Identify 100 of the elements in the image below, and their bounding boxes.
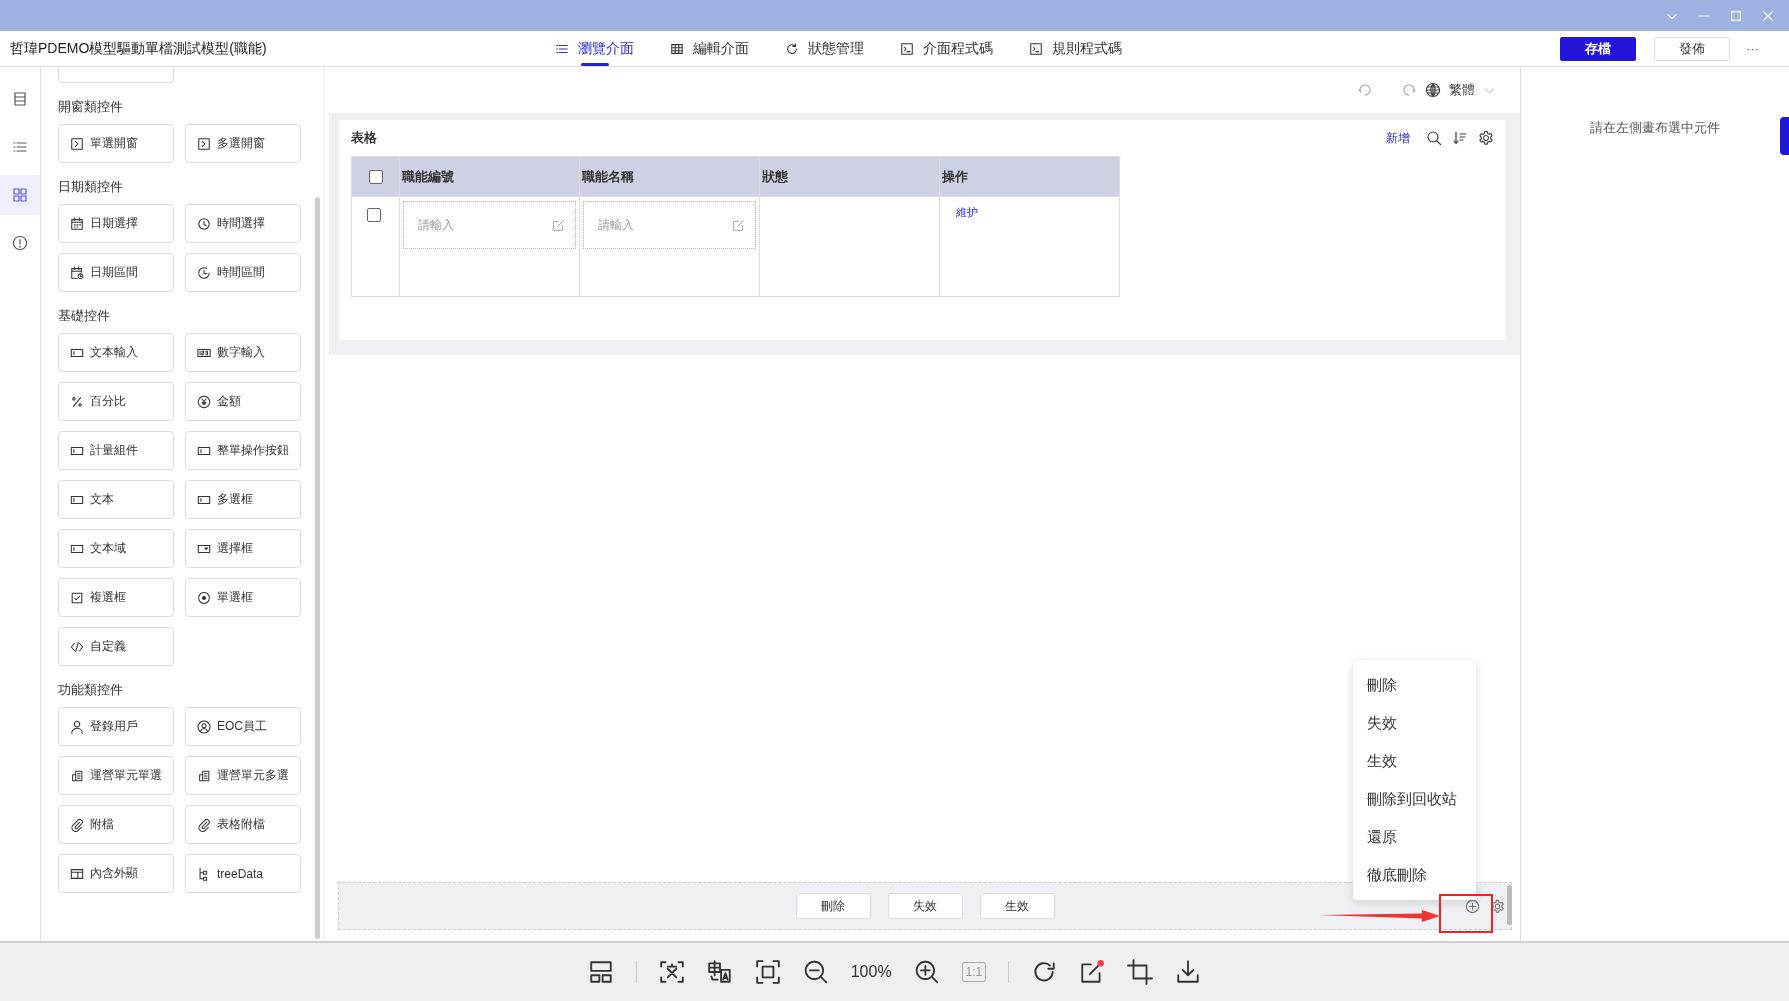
calendar-clock-icon [70, 265, 84, 280]
section-title: 日期類控件 [58, 178, 124, 196]
rail-item[interactable] [0, 175, 40, 215]
edit-icon[interactable] [1079, 959, 1106, 985]
menu-item[interactable]: 刪除 [1353, 666, 1476, 704]
clock-icon [197, 216, 211, 231]
action-button[interactable]: 刪除 [795, 893, 871, 919]
code-icon [70, 639, 84, 654]
component-item[interactable]: 時間區間 [185, 253, 301, 292]
component-item[interactable]: 文本域 [58, 529, 174, 568]
checkbox[interactable] [367, 208, 381, 222]
component-item[interactable]: treeData [185, 854, 301, 893]
clock-icon [197, 265, 211, 280]
percent-icon [70, 394, 84, 409]
sort-icon[interactable] [1452, 130, 1468, 146]
menu-item[interactable]: 生效 [1353, 742, 1476, 780]
window-title: 哲瑋PDEMO模型驅動單檔測試模型(職能) [10, 39, 268, 58]
paperclip-icon [197, 817, 211, 832]
action-button[interactable]: 生效 [979, 893, 1055, 919]
component-item[interactable]: 運營單元單選 [58, 756, 174, 795]
zoom-in-icon[interactable] [913, 959, 940, 985]
settings-icon[interactable] [1478, 130, 1494, 146]
maintain-link[interactable]: 維护 [956, 205, 978, 220]
component-item[interactable]: 文本 [58, 480, 174, 519]
grid-icon [12, 187, 28, 203]
edit-icon [552, 218, 565, 232]
menu-item[interactable]: 失效 [1353, 704, 1476, 742]
component-item[interactable]: 表格附檔 [185, 805, 301, 844]
redo-icon[interactable] [1401, 82, 1417, 98]
save-button[interactable]: 存檔 [1560, 36, 1636, 61]
component-item[interactable]: 整單操作按鈕 [185, 431, 301, 470]
menu-item[interactable]: 刪除到回收站 [1353, 780, 1476, 818]
terminal-icon [900, 41, 914, 56]
card-title: 表格 [351, 129, 377, 147]
info-icon [12, 235, 28, 251]
table-icon [670, 41, 684, 56]
section-title: 基礎控件 [58, 307, 111, 325]
menu-item[interactable]: 徹底刪除 [1353, 856, 1476, 894]
refresh-icon [785, 41, 799, 56]
radio-icon [197, 590, 211, 605]
tab[interactable]: 規則程式碼 [1029, 31, 1122, 66]
section-title: 功能類控件 [58, 681, 124, 699]
component-item[interactable]: 附檔 [58, 805, 174, 844]
component-item[interactable]: 複選框 [58, 578, 174, 617]
terminal-icon [1029, 41, 1043, 56]
text-scan-icon[interactable] [658, 959, 685, 985]
download-icon[interactable] [1175, 959, 1202, 985]
component-item[interactable]: 單選框 [185, 578, 301, 617]
user-icon [70, 719, 84, 734]
component-item[interactable]: 自定義 [58, 627, 174, 666]
column-header: 操作 [940, 157, 1120, 197]
component-item[interactable]: 計量組件 [58, 431, 174, 470]
component-item[interactable]: 日期區間 [58, 253, 174, 292]
component-item[interactable]: 文本輸入 [58, 333, 174, 372]
component-item[interactable]: 選擇框 [185, 529, 301, 568]
scrollbar[interactable] [1507, 885, 1512, 925]
column-header: 職能名稱 [580, 157, 760, 197]
fit-screen-icon[interactable] [754, 959, 781, 985]
component-item[interactable]: 日期選擇 [58, 204, 174, 243]
menu-item[interactable]: 還原 [1353, 818, 1476, 856]
building-icon [70, 768, 84, 783]
component-item[interactable]: 數字輸入 [185, 333, 301, 372]
building-icon [197, 768, 211, 783]
column-header: 職能編號 [400, 157, 580, 197]
tab[interactable]: 狀態管理 [785, 31, 864, 66]
add-link[interactable]: 新增 [1386, 129, 1410, 147]
component-item[interactable]: 多選開窗 [185, 124, 301, 163]
component-item[interactable]: 內含外顯 [58, 854, 174, 893]
component-item[interactable]: EOC員工 [185, 707, 301, 746]
more-button[interactable]: ··· [1746, 41, 1759, 56]
component-item[interactable]: 時間選擇 [185, 204, 301, 243]
checkbox-icon [70, 590, 84, 605]
component-item[interactable]: 登錄用戶 [58, 707, 174, 746]
component-item[interactable]: 金額 [185, 382, 301, 421]
checkbox[interactable] [368, 169, 383, 184]
zoom-level: 100% [850, 963, 892, 981]
component-item[interactable]: 百分比 [58, 382, 174, 421]
action-button[interactable]: 失效 [887, 893, 963, 919]
crop-icon[interactable] [1127, 959, 1154, 985]
search-icon[interactable] [1426, 130, 1442, 146]
language-select[interactable]: 繁體 [1449, 81, 1475, 99]
component-item[interactable]: 多選框 [185, 480, 301, 519]
chevron-box-icon [70, 136, 84, 151]
translate-icon[interactable] [706, 959, 733, 985]
publish-button[interactable]: 發佈 [1654, 36, 1730, 61]
calendar-icon [70, 216, 84, 231]
form-icon [12, 91, 28, 107]
component-item[interactable]: 運營單元多選 [185, 756, 301, 795]
tab[interactable]: 編輯介面 [670, 31, 749, 66]
tab[interactable]: 介面程式碼 [900, 31, 993, 66]
section-title: 開窗類控件 [58, 98, 124, 116]
list-icon [12, 139, 28, 155]
component-item[interactable]: 單選開窗 [58, 124, 174, 163]
layout-icon[interactable] [587, 959, 614, 985]
panel-icon [70, 866, 84, 881]
tab[interactable]: 瀏覽介面 [555, 31, 634, 66]
empty-hint: 請在左側畫布選中元件 [1590, 119, 1720, 137]
scrollbar[interactable] [315, 197, 320, 939]
zoom-out-icon[interactable] [802, 959, 829, 985]
column-header: 狀態 [760, 157, 940, 197]
